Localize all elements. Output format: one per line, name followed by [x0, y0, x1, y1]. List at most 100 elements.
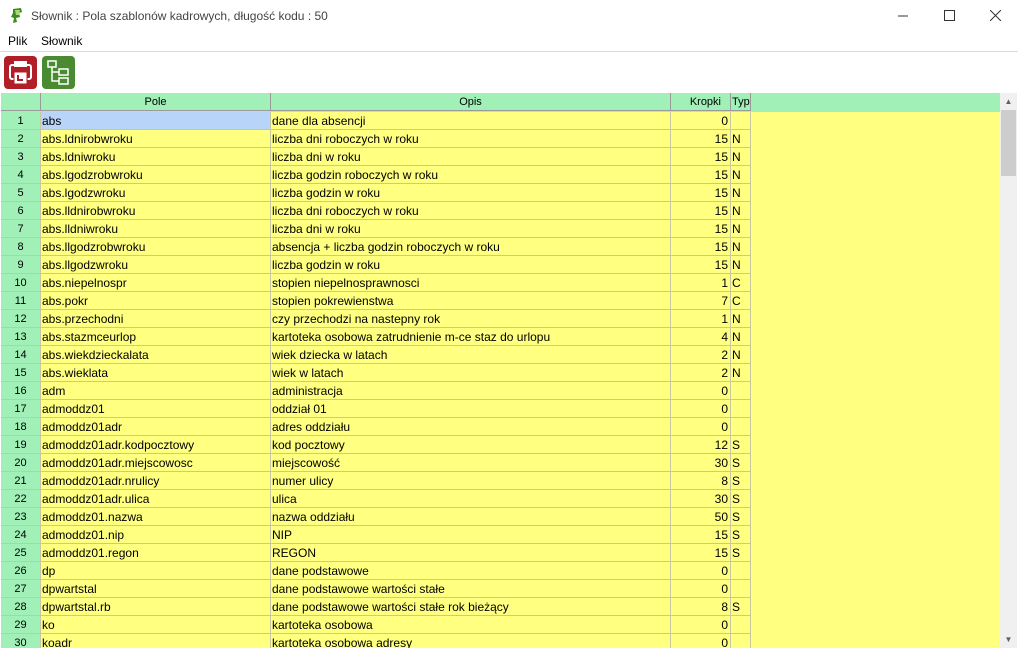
table-row[interactable]: 22 admoddz01adr.ulica ulica 30 S	[1, 490, 751, 508]
table-row[interactable]: 16 adm administracja 0	[1, 382, 751, 400]
table-row[interactable]: 3 abs.ldniwroku liczba dni w roku 15 N	[1, 148, 751, 166]
cell-typ[interactable]: N	[731, 346, 751, 364]
table-row[interactable]: 19 admoddz01adr.kodpocztowy kod pocztowy 12…	[1, 436, 751, 454]
row-number[interactable]: 20	[1, 454, 41, 472]
table-row[interactable]: 23 admoddz01.nazwa nazwa oddziału 50 S	[1, 508, 751, 526]
cell-typ[interactable]	[731, 562, 751, 580]
cell-opis[interactable]: liczba godzin roboczych w roku	[271, 166, 671, 184]
header-typ[interactable]: Typ	[731, 93, 751, 111]
cell-kropki[interactable]: 0	[671, 634, 731, 648]
cell-opis[interactable]: dane podstawowe	[271, 562, 671, 580]
row-number[interactable]: 21	[1, 472, 41, 490]
print-button[interactable]	[4, 56, 37, 89]
cell-pole[interactable]: dpwartstal.rb	[41, 598, 271, 616]
row-number[interactable]: 15	[1, 364, 41, 382]
cell-opis[interactable]: stopien niepelnosprawnosci	[271, 274, 671, 292]
row-number[interactable]: 7	[1, 220, 41, 238]
cell-typ[interactable]: C	[731, 292, 751, 310]
cell-opis[interactable]: dane podstawowe wartości stałe rok bieżą…	[271, 598, 671, 616]
cell-opis[interactable]: wiek dziecka w latach	[271, 346, 671, 364]
table-row[interactable]: 13 abs.stazmceurlop kartoteka osobowa zatr…	[1, 328, 751, 346]
row-number[interactable]: 8	[1, 238, 41, 256]
cell-typ[interactable]: N	[731, 220, 751, 238]
cell-kropki[interactable]: 0	[671, 418, 731, 436]
cell-typ[interactable]	[731, 580, 751, 598]
cell-typ[interactable]: N	[731, 238, 751, 256]
cell-kropki[interactable]: 8	[671, 598, 731, 616]
table-row[interactable]: 2 abs.ldnirobwroku liczba dni roboczych w …	[1, 130, 751, 148]
cell-kropki[interactable]: 15	[671, 544, 731, 562]
cell-kropki[interactable]: 8	[671, 472, 731, 490]
cell-kropki[interactable]: 15	[671, 256, 731, 274]
table-row[interactable]: 11 abs.pokr stopien pokrewienstwa 7 C	[1, 292, 751, 310]
cell-typ[interactable]: S	[731, 508, 751, 526]
cell-typ[interactable]: S	[731, 472, 751, 490]
row-number[interactable]: 19	[1, 436, 41, 454]
cell-pole[interactable]: abs.ldniwroku	[41, 148, 271, 166]
cell-typ[interactable]	[731, 418, 751, 436]
cell-opis[interactable]: liczba dni roboczych w roku	[271, 202, 671, 220]
cell-opis[interactable]: wiek w latach	[271, 364, 671, 382]
table-row[interactable]: 29 ko kartoteka osobowa 0	[1, 616, 751, 634]
cell-kropki[interactable]: 15	[671, 148, 731, 166]
cell-kropki[interactable]: 1	[671, 274, 731, 292]
cell-pole[interactable]: admoddz01	[41, 400, 271, 418]
row-number[interactable]: 16	[1, 382, 41, 400]
cell-pole[interactable]: dpwartstal	[41, 580, 271, 598]
cell-opis[interactable]: nazwa oddziału	[271, 508, 671, 526]
table-row[interactable]: 20 admoddz01adr.miejscowosc miejscowość 30 S	[1, 454, 751, 472]
cell-pole[interactable]: abs.lgodzwroku	[41, 184, 271, 202]
cell-typ[interactable]: N	[731, 130, 751, 148]
cell-kropki[interactable]: 15	[671, 526, 731, 544]
cell-pole[interactable]: abs.stazmceurlop	[41, 328, 271, 346]
row-number[interactable]: 29	[1, 616, 41, 634]
cell-kropki[interactable]: 15	[671, 220, 731, 238]
cell-opis[interactable]: liczba godzin w roku	[271, 256, 671, 274]
table-row[interactable]: 10 abs.niepelnospr stopien niepelnosprawno…	[1, 274, 751, 292]
row-number[interactable]: 28	[1, 598, 41, 616]
cell-pole[interactable]: dp	[41, 562, 271, 580]
cell-typ[interactable]: C	[731, 274, 751, 292]
cell-kropki[interactable]: 2	[671, 346, 731, 364]
cell-kropki[interactable]: 0	[671, 112, 731, 130]
cell-kropki[interactable]: 2	[671, 364, 731, 382]
cell-kropki[interactable]: 0	[671, 580, 731, 598]
cell-pole[interactable]: abs.lgodzrobwroku	[41, 166, 271, 184]
cell-kropki[interactable]: 30	[671, 454, 731, 472]
cell-opis[interactable]: NIP	[271, 526, 671, 544]
table-row[interactable]: 1 abs dane dla absencji 0	[1, 112, 751, 130]
cell-typ[interactable]: S	[731, 598, 751, 616]
cell-pole[interactable]: admoddz01.regon	[41, 544, 271, 562]
row-number[interactable]: 1	[1, 112, 41, 130]
cell-kropki[interactable]: 0	[671, 382, 731, 400]
tree-button[interactable]	[42, 56, 75, 89]
cell-opis[interactable]: absencja + liczba godzin roboczych w rok…	[271, 238, 671, 256]
cell-typ[interactable]	[731, 634, 751, 648]
cell-opis[interactable]: czy przechodzi na nastepny rok	[271, 310, 671, 328]
cell-opis[interactable]: REGON	[271, 544, 671, 562]
row-number[interactable]: 18	[1, 418, 41, 436]
row-number[interactable]: 10	[1, 274, 41, 292]
row-number[interactable]: 17	[1, 400, 41, 418]
cell-typ[interactable]: S	[731, 454, 751, 472]
table-row[interactable]: 25 admoddz01.regon REGON 15 S	[1, 544, 751, 562]
row-number[interactable]: 9	[1, 256, 41, 274]
cell-pole[interactable]: admoddz01adr.miejscowosc	[41, 454, 271, 472]
row-number[interactable]: 30	[1, 634, 41, 648]
row-number[interactable]: 4	[1, 166, 41, 184]
cell-opis[interactable]: adres oddziału	[271, 418, 671, 436]
cell-pole[interactable]: admoddz01adr.nrulicy	[41, 472, 271, 490]
cell-pole[interactable]: abs.llgodzwroku	[41, 256, 271, 274]
table-row[interactable]: 18 admoddz01adr adres oddziału 0	[1, 418, 751, 436]
table-row[interactable]: 8 abs.llgodzrobwroku absencja + liczba god…	[1, 238, 751, 256]
row-number[interactable]: 26	[1, 562, 41, 580]
cell-pole[interactable]: abs.wiekdzieckalata	[41, 346, 271, 364]
menu-plik[interactable]: Plik	[8, 34, 27, 48]
cell-kropki[interactable]: 4	[671, 328, 731, 346]
vertical-scrollbar[interactable]: ▲ ▼	[1000, 93, 1017, 648]
table-row[interactable]: 21 admoddz01adr.nrulicy numer ulicy 8 S	[1, 472, 751, 490]
close-button[interactable]	[972, 0, 1018, 31]
cell-opis[interactable]: kod pocztowy	[271, 436, 671, 454]
table-row[interactable]: 27 dpwartstal dane podstawowe wartości sta…	[1, 580, 751, 598]
cell-opis[interactable]: ulica	[271, 490, 671, 508]
